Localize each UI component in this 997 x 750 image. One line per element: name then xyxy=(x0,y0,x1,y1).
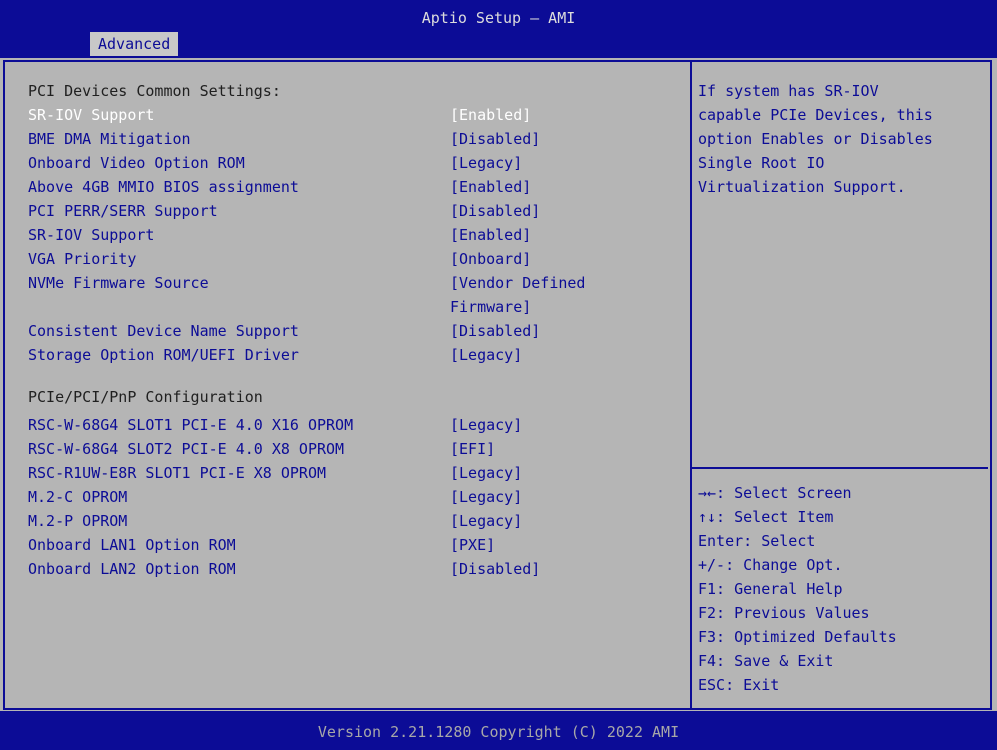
key-select-screen: →←: Select Screen xyxy=(698,484,852,502)
setting-value[interactable]: [Disabled] xyxy=(450,557,540,581)
main-panel: PCI Devices Common Settings: SR-IOV Supp… xyxy=(0,58,997,711)
setting-label: M.2-P OPROM xyxy=(28,512,128,530)
version-text: Version 2.21.1280 Copyright (C) 2022 AMI xyxy=(317,723,680,741)
key-general-help: F1: General Help xyxy=(698,580,843,598)
help-line: Virtualization Support. xyxy=(698,178,906,196)
setting-row-storage-option-rom[interactable]: Storage Option ROM/UEFI Driver [Legacy] xyxy=(28,343,678,367)
setting-label: M.2-C OPROM xyxy=(28,488,128,506)
key-esc-exit: ESC: Exit xyxy=(698,676,780,694)
key-optimized-defaults: F3: Optimized Defaults xyxy=(698,628,897,646)
key-legend: →←: Select Screen ↑↓: Select Item Enter:… xyxy=(698,481,983,697)
setting-label: RSC-W-68G4 SLOT2 PCI-E 4.0 X8 OPROM xyxy=(28,440,345,458)
setting-value[interactable]: [Legacy] xyxy=(450,151,522,175)
tab-advanced[interactable]: Advanced xyxy=(90,32,179,56)
setting-label: BME DMA Mitigation xyxy=(28,130,191,148)
key-save-exit: F4: Save & Exit xyxy=(698,652,834,670)
setting-label: RSC-W-68G4 SLOT1 PCI-E 4.0 X16 OPROM xyxy=(28,416,354,434)
setting-value[interactable]: [Vendor Defined Firmware] xyxy=(450,271,585,319)
setting-label: RSC-R1UW-E8R SLOT1 PCI-E X8 OPROM xyxy=(28,464,327,482)
setting-row-nvme-firmware[interactable]: NVMe Firmware Source [Vendor Defined Fir… xyxy=(28,271,678,319)
setting-label: Consistent Device Name Support xyxy=(28,322,299,340)
help-separator xyxy=(692,467,988,469)
key-enter-select: Enter: Select xyxy=(698,532,816,550)
footer-bar: Version 2.21.1280 Copyright (C) 2022 AMI xyxy=(0,711,997,750)
section-pnp-config: PCIe/PCI/PnP Configuration xyxy=(28,388,263,406)
key-change-opt: +/-: Change Opt. xyxy=(698,556,843,574)
setting-label: SR-IOV Support xyxy=(28,106,155,124)
setting-row-vga-priority[interactable]: VGA Priority [Onboard] xyxy=(28,247,678,271)
setting-label: Onboard LAN1 Option ROM xyxy=(28,536,236,554)
setting-value[interactable]: [Onboard] xyxy=(450,247,531,271)
setting-value[interactable]: [Legacy] xyxy=(450,461,522,485)
setting-row-rsc-r1uw-slot1[interactable]: RSC-R1UW-E8R SLOT1 PCI-E X8 OPROM [Legac… xyxy=(28,461,678,485)
setting-value[interactable]: [Legacy] xyxy=(450,509,522,533)
setting-row-onboard-video-rom[interactable]: Onboard Video Option ROM [Legacy] xyxy=(28,151,678,175)
setting-value[interactable]: [Disabled] xyxy=(450,127,540,151)
setting-row-rsc-slot2-x8[interactable]: RSC-W-68G4 SLOT2 PCI-E 4.0 X8 OPROM [EFI… xyxy=(28,437,678,461)
setting-label: Storage Option ROM/UEFI Driver xyxy=(28,346,299,364)
setting-value[interactable]: [Legacy] xyxy=(450,343,522,367)
setting-label: PCI PERR/SERR Support xyxy=(28,202,218,220)
setting-label: Onboard Video Option ROM xyxy=(28,154,245,172)
help-line: option Enables or Disables xyxy=(698,130,933,148)
help-line: Single Root IO xyxy=(698,154,825,172)
setting-row-sriov-support-2[interactable]: SR-IOV Support [Enabled] xyxy=(28,223,678,247)
setting-row-lan2-rom[interactable]: Onboard LAN2 Option ROM [Disabled] xyxy=(28,557,678,581)
title-bar: Aptio Setup – AMI Advanced xyxy=(0,0,997,58)
setting-row-bme-dma[interactable]: BME DMA Mitigation [Disabled] xyxy=(28,127,678,151)
setting-row-consistent-device-name[interactable]: Consistent Device Name Support [Disabled… xyxy=(28,319,678,343)
setting-value[interactable]: [Enabled] xyxy=(450,223,531,247)
setting-label: Above 4GB MMIO BIOS assignment xyxy=(28,178,299,196)
key-select-item: ↑↓: Select Item xyxy=(698,508,834,526)
setting-row-sriov-support[interactable]: SR-IOV Support [Enabled] xyxy=(28,103,678,127)
setting-value[interactable]: [Enabled] xyxy=(450,103,531,127)
help-line: capable PCIe Devices, this xyxy=(698,106,933,124)
setting-row-lan1-rom[interactable]: Onboard LAN1 Option ROM [PXE] xyxy=(28,533,678,557)
setting-label: VGA Priority xyxy=(28,250,137,268)
setting-row-m2c-oprom[interactable]: M.2-C OPROM [Legacy] xyxy=(28,485,678,509)
help-text: If system has SR-IOV capable PCIe Device… xyxy=(698,79,983,199)
setting-value[interactable]: [EFI] xyxy=(450,437,495,461)
setting-value[interactable]: [Disabled] xyxy=(450,199,540,223)
setting-value[interactable]: [Legacy] xyxy=(450,413,522,437)
setting-row-perr-serr[interactable]: PCI PERR/SERR Support [Disabled] xyxy=(28,199,678,223)
setting-row-rsc-slot1-x16[interactable]: RSC-W-68G4 SLOT1 PCI-E 4.0 X16 OPROM [Le… xyxy=(28,413,678,437)
key-previous-values: F2: Previous Values xyxy=(698,604,870,622)
setting-value[interactable]: [PXE] xyxy=(450,533,495,557)
setting-value[interactable]: [Disabled] xyxy=(450,319,540,343)
setting-value[interactable]: [Legacy] xyxy=(450,485,522,509)
setting-value[interactable]: [Enabled] xyxy=(450,175,531,199)
setting-label: SR-IOV Support xyxy=(28,226,155,244)
help-line: If system has SR-IOV xyxy=(698,82,879,100)
setting-label: NVMe Firmware Source xyxy=(28,274,209,292)
help-divider xyxy=(690,60,692,710)
setting-row-m2p-oprom[interactable]: M.2-P OPROM [Legacy] xyxy=(28,509,678,533)
setting-row-above-4gb[interactable]: Above 4GB MMIO BIOS assignment [Enabled] xyxy=(28,175,678,199)
setting-label: Onboard LAN2 Option ROM xyxy=(28,560,236,578)
section-pci-common: PCI Devices Common Settings: xyxy=(28,82,281,100)
window-title: Aptio Setup – AMI xyxy=(421,9,576,27)
